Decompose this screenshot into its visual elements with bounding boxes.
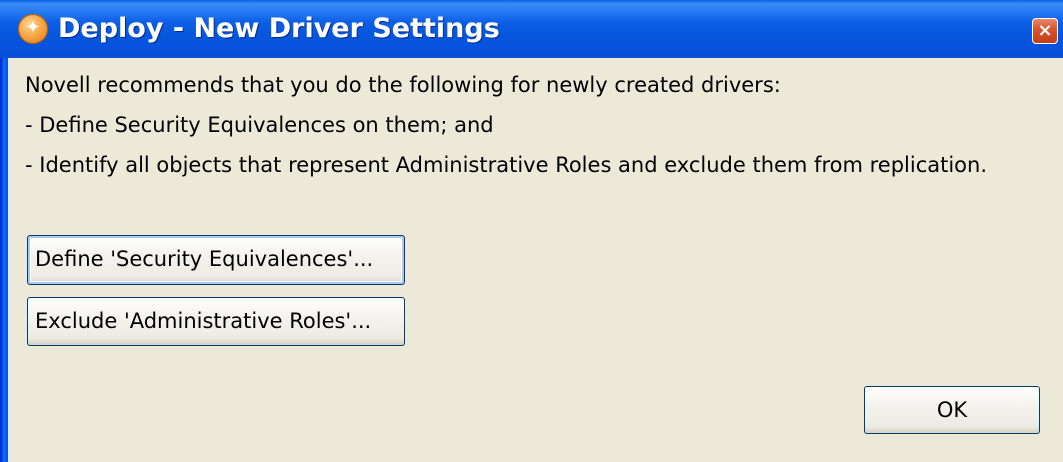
exclude-administrative-roles-label: Exclude 'Administrative Roles'... <box>35 309 372 333</box>
ok-label: OK <box>936 398 968 422</box>
exclude-administrative-roles-button[interactable]: Exclude 'Administrative Roles'... <box>27 297 405 346</box>
window-left-border <box>0 58 8 462</box>
define-security-equivalences-label: Define 'Security Equivalences'... <box>35 247 374 271</box>
message-step-security: - Define Security Equivalences on them; … <box>25 113 494 137</box>
message-step-roles: - Identify all objects that represent Ad… <box>25 153 988 177</box>
message-intro: Novell recommends that you do the follow… <box>25 73 781 97</box>
window-title: Deploy - New Driver Settings <box>58 13 500 44</box>
define-security-equivalences-button[interactable]: Define 'Security Equivalences'... <box>27 235 405 285</box>
novell-logo-glyph: ✦ <box>25 17 41 38</box>
close-icon: × <box>1037 20 1053 41</box>
close-button[interactable]: × <box>1032 18 1058 44</box>
novell-logo-icon: ✦ <box>18 14 48 44</box>
dialog-window: ✦ Deploy - New Driver Settings × Novell … <box>0 0 1063 462</box>
title-bar[interactable]: ✦ Deploy - New Driver Settings × <box>0 0 1063 58</box>
ok-button[interactable]: OK <box>864 386 1040 434</box>
